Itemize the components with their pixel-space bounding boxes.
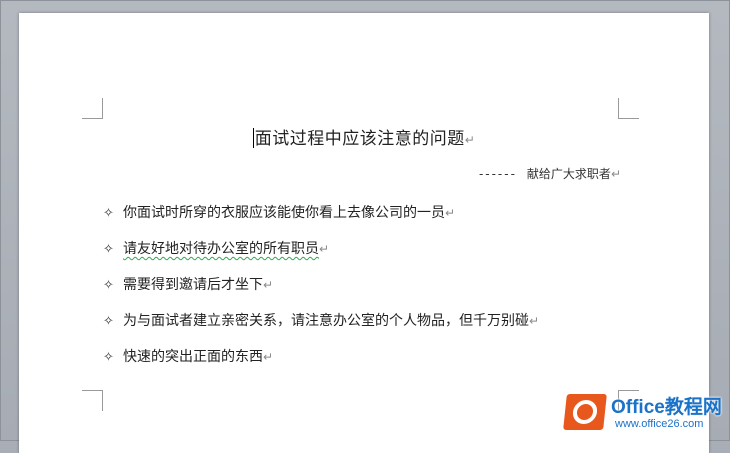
text-cursor — [252, 128, 254, 148]
paragraph-mark: ↵ — [610, 167, 621, 181]
watermark-logo: Office教程网 www.office26.com — [563, 388, 725, 438]
margin-corner-bottom-left — [82, 390, 103, 411]
document-subtitle[interactable]: ------ 献给广大求职者↵ — [479, 165, 621, 182]
document-page[interactable]: 面试过程中应该注意的问题↵ ------ 献给广大求职者↵ ✧ 你面试时所穿的衣服应… — [19, 13, 709, 453]
paragraph-mark: ↵ — [464, 133, 476, 147]
list-item-text: 请友好地对待办公室的所有职员 — [123, 241, 319, 257]
watermark-brand: Office教程网 — [611, 397, 722, 418]
list-item-text: 你面试时所穿的衣服应该能使你看上去像公司的一员 — [123, 205, 445, 221]
list-item[interactable]: ✧ 请友好地对待办公室的所有职员↵ — [103, 239, 539, 275]
subtitle-text: 献给广大求职者 — [526, 167, 611, 181]
list-item[interactable]: ✧ 快速的突出正面的东西↵ — [103, 347, 539, 383]
paragraph-mark: ↵ — [445, 206, 456, 220]
document-title-text: 面试过程中应该注意的问题 — [254, 129, 465, 149]
list-item[interactable]: ✧ 为与面试者建立亲密关系，请注意办公室的个人物品，但千万别碰↵ — [103, 311, 539, 347]
paragraph-mark: ↵ — [319, 242, 330, 256]
list-item-text: 需要得到邀请后才坐下 — [123, 277, 263, 293]
diamond-bullet-icon: ✧ — [103, 314, 114, 329]
office-logo-ring — [571, 400, 599, 424]
list-item-text: 快速的突出正面的东西 — [123, 349, 263, 365]
paragraph-mark: ↵ — [263, 278, 274, 292]
office-logo-icon — [563, 394, 607, 430]
diamond-bullet-icon: ✧ — [103, 206, 114, 221]
paragraph-mark: ↵ — [529, 314, 540, 328]
margin-corner-top-left — [82, 98, 103, 119]
margin-corner-top-right — [618, 98, 639, 119]
list-item-text: 为与面试者建立亲密关系，请注意办公室的个人物品，但千万别碰 — [123, 313, 529, 329]
document-workspace: 面试过程中应该注意的问题↵ ------ 献给广大求职者↵ ✧ 你面试时所穿的衣服应… — [0, 0, 730, 453]
bullet-list: ✧ 你面试时所穿的衣服应该能使你看上去像公司的一员↵ ✧ 请友好地对待办公室的所有职… — [103, 203, 539, 383]
watermark-url: www.office26.com — [615, 418, 704, 430]
list-item[interactable]: ✧ 你面试时所穿的衣服应该能使你看上去像公司的一员↵ — [103, 203, 539, 239]
diamond-bullet-icon: ✧ — [103, 242, 114, 257]
diamond-bullet-icon: ✧ — [103, 278, 114, 293]
subtitle-dashes: ------ — [478, 167, 517, 181]
paragraph-mark: ↵ — [263, 350, 274, 364]
document-title[interactable]: 面试过程中应该注意的问题↵ — [19, 124, 709, 149]
list-item[interactable]: ✧ 需要得到邀请后才坐下↵ — [103, 275, 539, 311]
diamond-bullet-icon: ✧ — [103, 350, 114, 365]
